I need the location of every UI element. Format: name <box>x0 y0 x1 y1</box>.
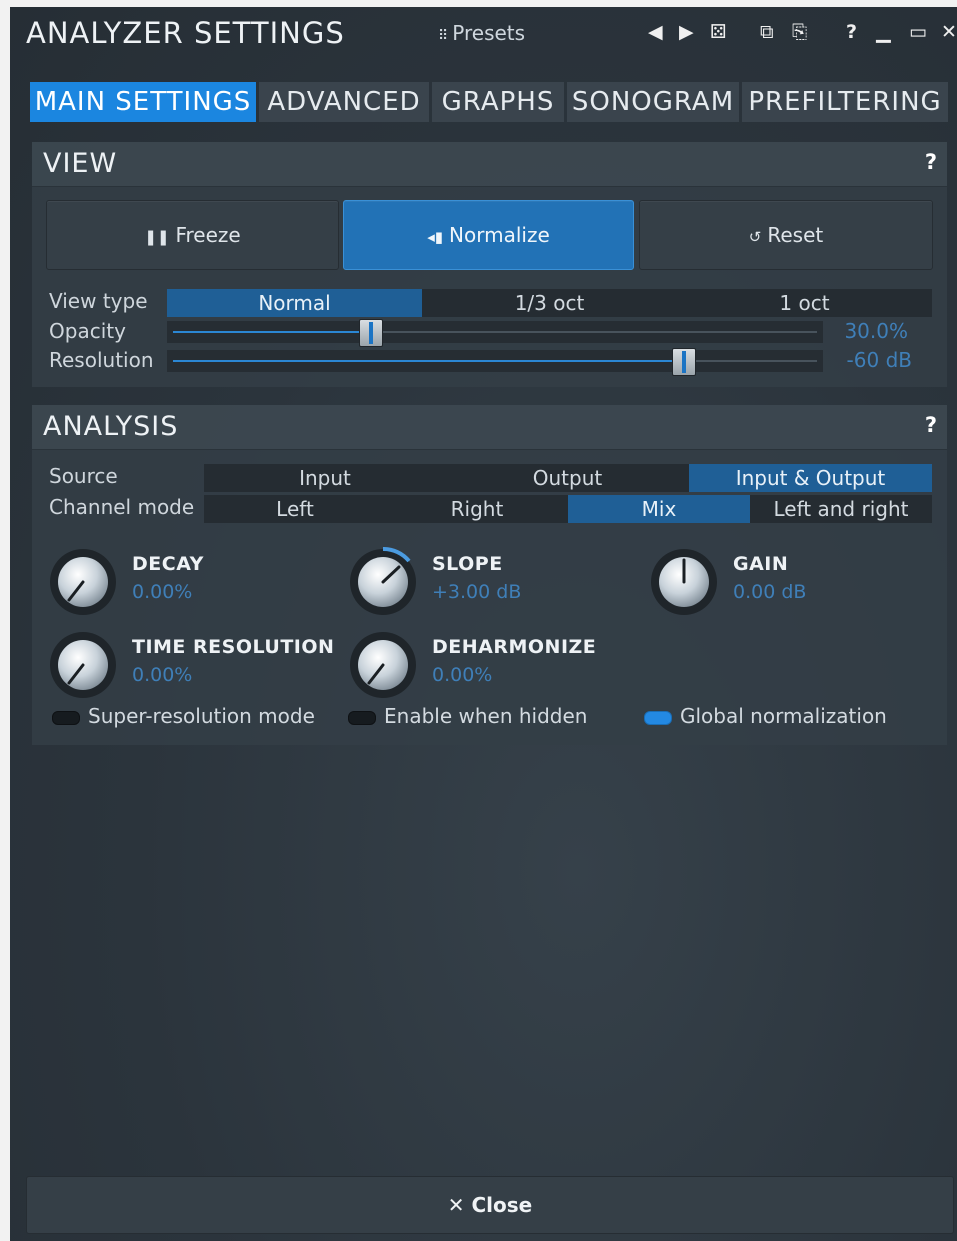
reset-icon: ↺ <box>748 228 762 246</box>
channel-mode-right[interactable]: Right <box>386 495 568 523</box>
gain-knob[interactable] <box>649 547 719 617</box>
source-input-and-output[interactable]: Input & Output <box>689 464 932 492</box>
analysis-panel-title: ANALYSIS <box>43 411 179 442</box>
analysis-help-icon[interactable]: ? <box>925 413 937 437</box>
freeze-button[interactable]: ❚❚ Freeze <box>46 200 339 270</box>
decay-value[interactable]: 0.00% <box>132 581 192 603</box>
view-panel: VIEW ? ❚❚ Freeze ◂▮ Normalize ↺ Reset View … <box>32 142 947 387</box>
resolution-value[interactable]: -60 dB <box>832 348 912 372</box>
minimize-icon[interactable]: ▁ <box>876 21 891 43</box>
global-normalization-label[interactable]: Global normalization <box>680 704 887 728</box>
channel-mode-left-and-right[interactable]: Left and right <box>750 495 932 523</box>
prev-icon[interactable]: ◀ <box>648 21 663 43</box>
source-selector: Input Output Input & Output <box>204 464 932 492</box>
resolution-handle[interactable] <box>672 348 696 376</box>
normalize-icon: ◂▮ <box>427 228 444 246</box>
time-resolution-title: TIME RESOLUTION <box>132 636 335 658</box>
deharmonize-value[interactable]: 0.00% <box>432 664 492 686</box>
analysis-panel: ANALYSIS ? Source Input Output Input & O… <box>32 405 947 745</box>
time-resolution-value[interactable]: 0.00% <box>132 664 192 686</box>
decay-knob[interactable] <box>48 547 118 617</box>
source-label: Source <box>49 464 118 488</box>
source-output[interactable]: Output <box>446 464 689 492</box>
resolution-fill <box>173 360 679 362</box>
tab-graphs[interactable]: GRAPHS <box>432 82 564 122</box>
presets-label: Presets <box>452 21 526 45</box>
presets-button[interactable]: ⠿ Presets <box>438 21 525 45</box>
title-bar: ANALYZER SETTINGS ⠿ Presets ◀ ▶ ⚄ ⧉ ⎘ ? ▁… <box>10 7 957 59</box>
paste-icon[interactable]: ⎘ <box>792 21 807 43</box>
close-icon[interactable]: ✕ <box>941 21 957 43</box>
view-type-normal[interactable]: Normal <box>167 289 422 317</box>
normalize-button[interactable]: ◂▮ Normalize <box>343 200 634 270</box>
view-type-label: View type <box>49 289 148 313</box>
opacity-value[interactable]: 30.0% <box>832 319 908 343</box>
decay-title: DECAY <box>132 553 204 575</box>
slope-title: SLOPE <box>432 553 503 575</box>
help-icon[interactable]: ? <box>846 21 857 43</box>
close-button[interactable]: ✕ Close <box>26 1176 954 1234</box>
close-label: Close <box>471 1193 533 1217</box>
gain-value[interactable]: 0.00 dB <box>733 581 806 603</box>
opacity-handle[interactable] <box>359 319 383 347</box>
deharmonize-title: DEHARMONIZE <box>432 636 597 658</box>
tab-main-settings[interactable]: MAIN SETTINGS <box>30 82 256 122</box>
reset-label: Reset <box>767 223 824 247</box>
reset-button[interactable]: ↺ Reset <box>639 200 933 270</box>
view-panel-header: VIEW ? <box>32 142 947 187</box>
channel-mode-left[interactable]: Left <box>204 495 386 523</box>
window-title: ANALYZER SETTINGS <box>26 16 345 50</box>
global-normalization-toggle[interactable] <box>644 711 672 725</box>
tab-advanced[interactable]: ADVANCED <box>259 82 429 122</box>
view-help-icon[interactable]: ? <box>925 150 937 174</box>
slope-knob[interactable] <box>348 547 418 617</box>
pause-icon: ❚❚ <box>144 228 170 246</box>
enable-when-hidden-toggle[interactable] <box>348 711 376 725</box>
next-icon[interactable]: ▶ <box>679 21 694 43</box>
tab-sonogram[interactable]: SONOGRAM <box>567 82 739 122</box>
normalize-label: Normalize <box>449 223 550 247</box>
channel-mode-selector: Left Right Mix Left and right <box>204 495 932 523</box>
opacity-slider[interactable] <box>167 319 823 347</box>
time-resolution-knob[interactable] <box>48 630 118 700</box>
maximize-icon[interactable]: ▭ <box>909 21 927 43</box>
view-type-third-oct[interactable]: 1/3 oct <box>422 289 677 317</box>
super-resolution-toggle[interactable] <box>52 711 80 725</box>
enable-when-hidden-label[interactable]: Enable when hidden <box>384 704 587 728</box>
gain-title: GAIN <box>733 553 789 575</box>
channel-mode-mix[interactable]: Mix <box>568 495 750 523</box>
channel-mode-label: Channel mode <box>49 495 195 519</box>
analysis-panel-header: ANALYSIS ? <box>32 405 947 450</box>
slope-value[interactable]: +3.00 dB <box>432 581 521 603</box>
view-type-one-oct[interactable]: 1 oct <box>677 289 932 317</box>
copy-icon[interactable]: ⧉ <box>760 21 774 43</box>
view-panel-title: VIEW <box>43 148 118 179</box>
freeze-label: Freeze <box>175 223 241 247</box>
presets-grid-icon: ⠿ <box>438 28 448 44</box>
resolution-label: Resolution <box>49 348 154 372</box>
random-icon[interactable]: ⚄ <box>710 21 727 43</box>
source-input[interactable]: Input <box>204 464 446 492</box>
view-type-selector: Normal 1/3 oct 1 oct <box>167 289 932 317</box>
resolution-slider[interactable] <box>167 348 823 376</box>
analyzer-settings-window: ANALYZER SETTINGS ⠿ Presets ◀ ▶ ⚄ ⧉ ⎘ ? ▁… <box>10 7 957 1241</box>
close-x-icon: ✕ <box>447 1193 465 1217</box>
super-resolution-label[interactable]: Super-resolution mode <box>88 704 315 728</box>
opacity-fill <box>173 331 366 333</box>
opacity-label: Opacity <box>49 319 126 343</box>
deharmonize-knob[interactable] <box>348 630 418 700</box>
tab-prefiltering[interactable]: PREFILTERING <box>742 82 948 122</box>
